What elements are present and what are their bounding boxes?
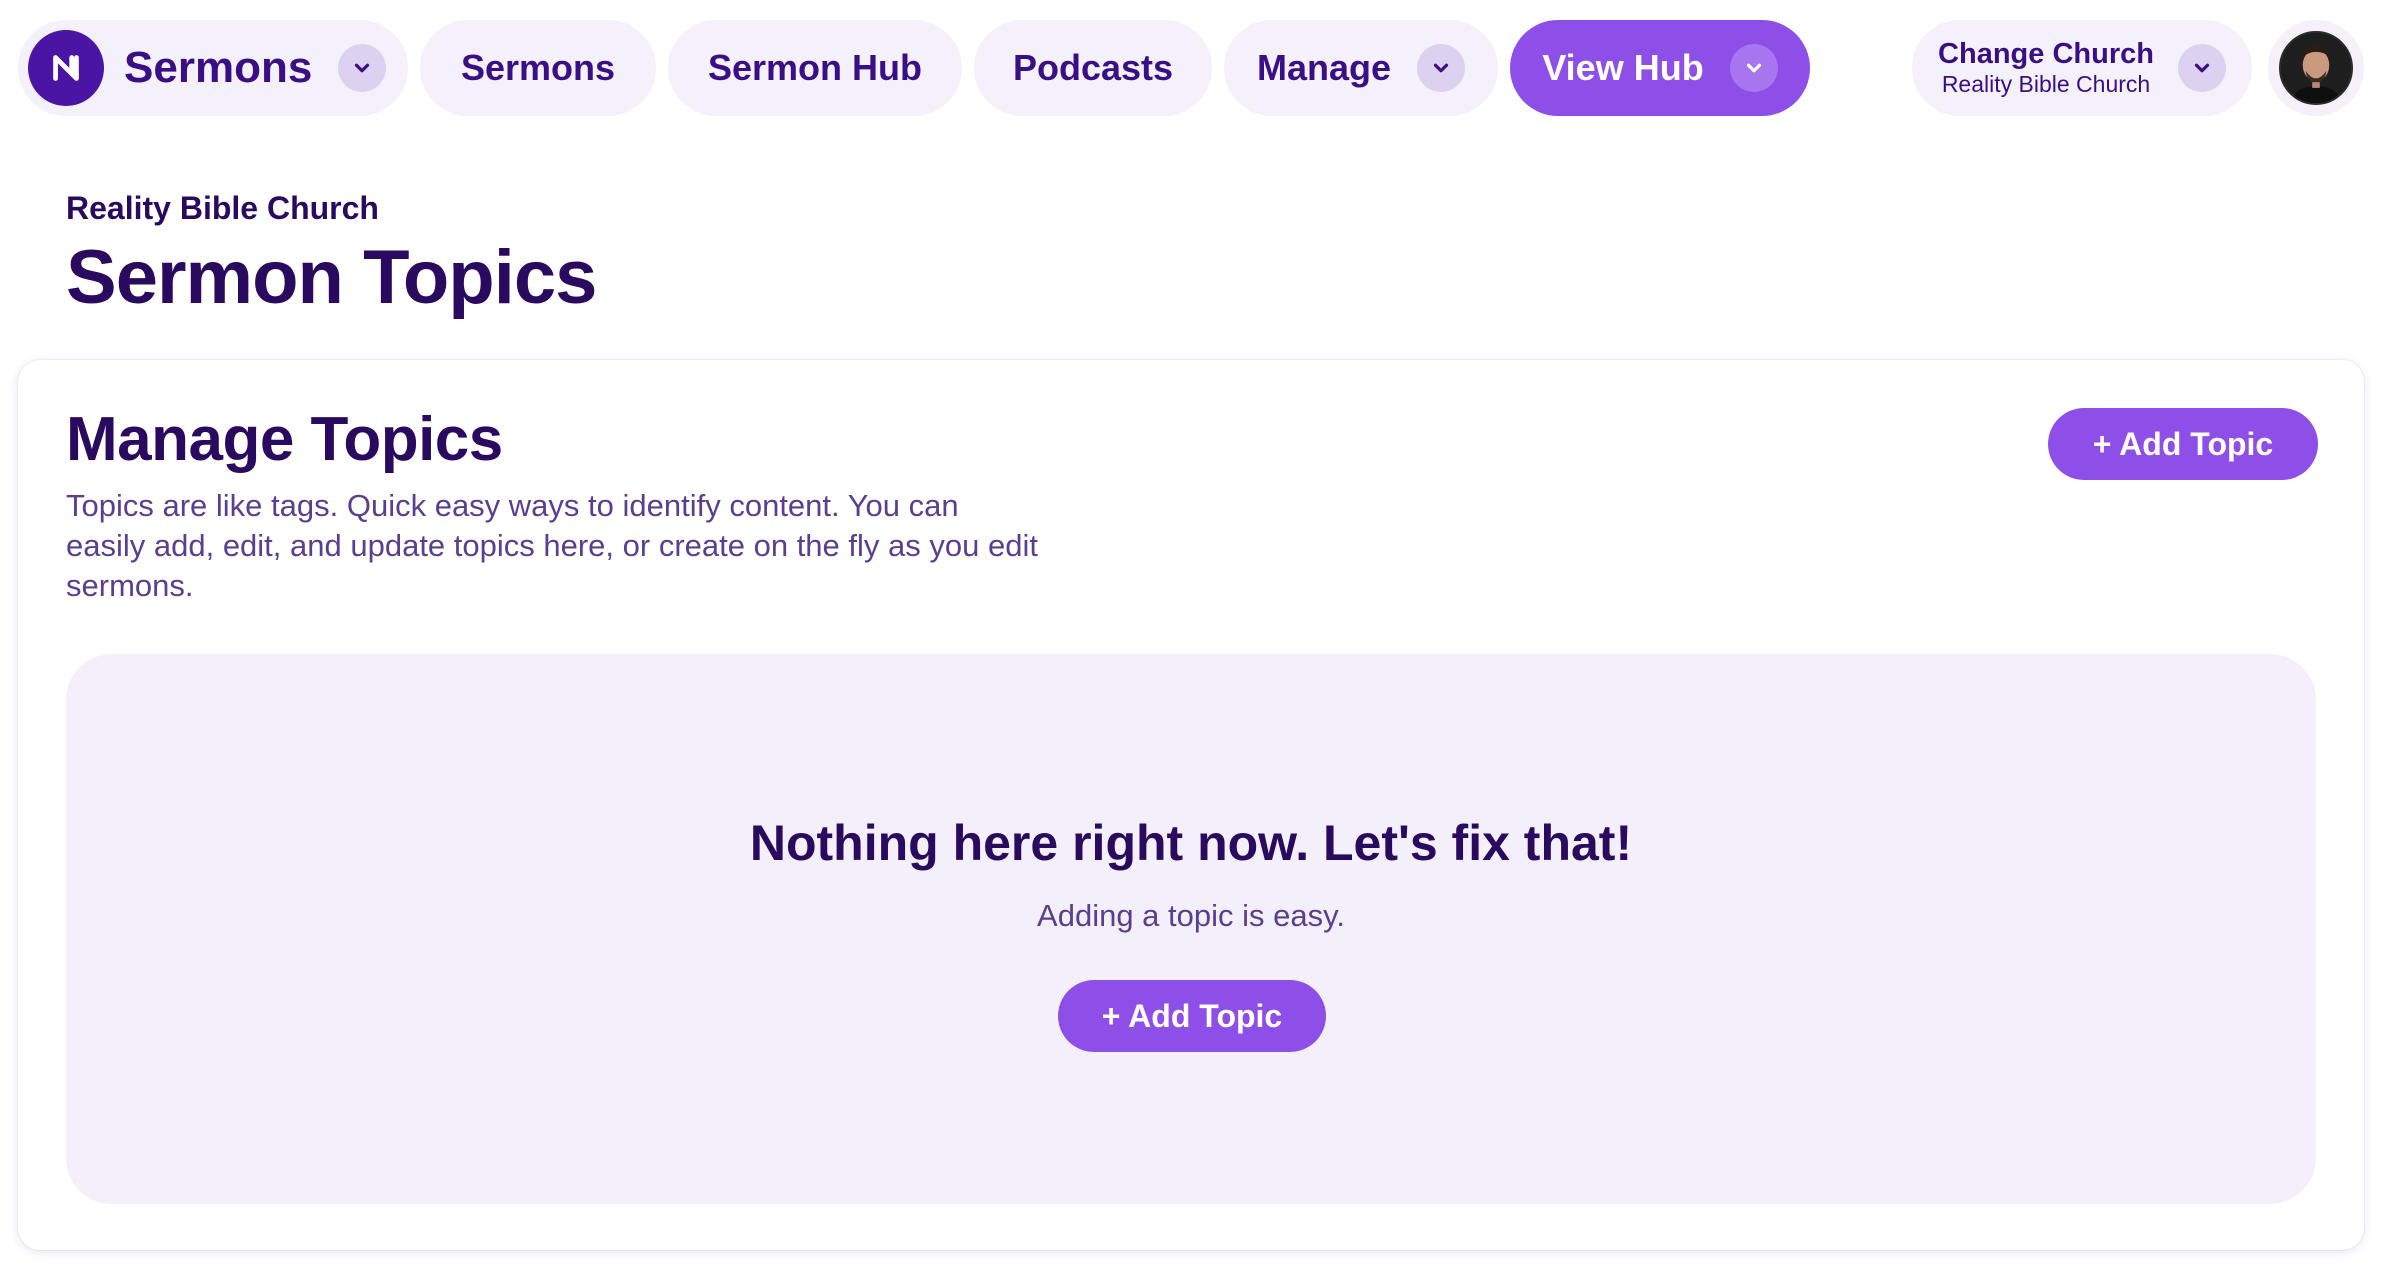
brand-menu[interactable]: Sermons [18, 20, 408, 116]
empty-state-subtitle: Adding a topic is easy. [1037, 898, 1345, 933]
church-name: Reality Bible Church [66, 190, 379, 226]
chevron-down-icon[interactable] [1729, 44, 1778, 92]
empty-state-title: Nothing here right now. Let's fix that! [749, 815, 1633, 871]
empty-add-topic-button[interactable]: + Add Topic [1058, 980, 1326, 1052]
change-church-text: Change Church Reality Bible Church [1938, 40, 2154, 96]
change-church-menu[interactable]: Change Church Reality Bible Church [1912, 20, 2252, 116]
chevron-down-icon[interactable] [2177, 44, 2226, 92]
nav-item-sermons[interactable]: Sermons [420, 20, 656, 116]
brand-title: Sermons [124, 43, 313, 92]
add-topic-button[interactable]: + Add Topic [2048, 408, 2318, 480]
empty-state: Nothing here right now. Let's fix that! … [66, 654, 2316, 1204]
page-title: Sermon Topics [66, 235, 597, 320]
nav-item-manage[interactable]: Manage [1224, 20, 1498, 116]
user-avatar[interactable] [2279, 31, 2353, 105]
nav-item-label: Podcasts [1012, 47, 1174, 88]
chevron-down-icon[interactable] [338, 44, 387, 92]
user-menu[interactable] [2268, 20, 2364, 116]
manage-topics-card: Manage Topics Topics are like tags. Quic… [18, 360, 2364, 1250]
brand-logo-icon [28, 30, 104, 106]
view-hub-label: View Hub [1542, 47, 1704, 88]
card-title: Manage Topics [66, 405, 503, 474]
nav-item-label: Sermons [460, 47, 616, 88]
nav-item-sermon-hub[interactable]: Sermon Hub [668, 20, 962, 116]
nav-item-podcasts[interactable]: Podcasts [974, 20, 1212, 116]
top-nav: Sermons Sermons Sermon Hub Podcasts Mana… [0, 0, 2382, 140]
nav-item-label: Sermon Hub [707, 47, 922, 88]
current-church-name: Reality Bible Church [1941, 71, 2151, 97]
change-church-title: Change Church [1938, 38, 2154, 70]
chevron-down-icon[interactable] [1417, 44, 1466, 92]
card-description: Topics are like tags. Quick easy ways to… [66, 488, 1038, 603]
view-hub-button[interactable]: View Hub [1510, 20, 1810, 116]
nav-item-label: Manage [1256, 47, 1392, 88]
